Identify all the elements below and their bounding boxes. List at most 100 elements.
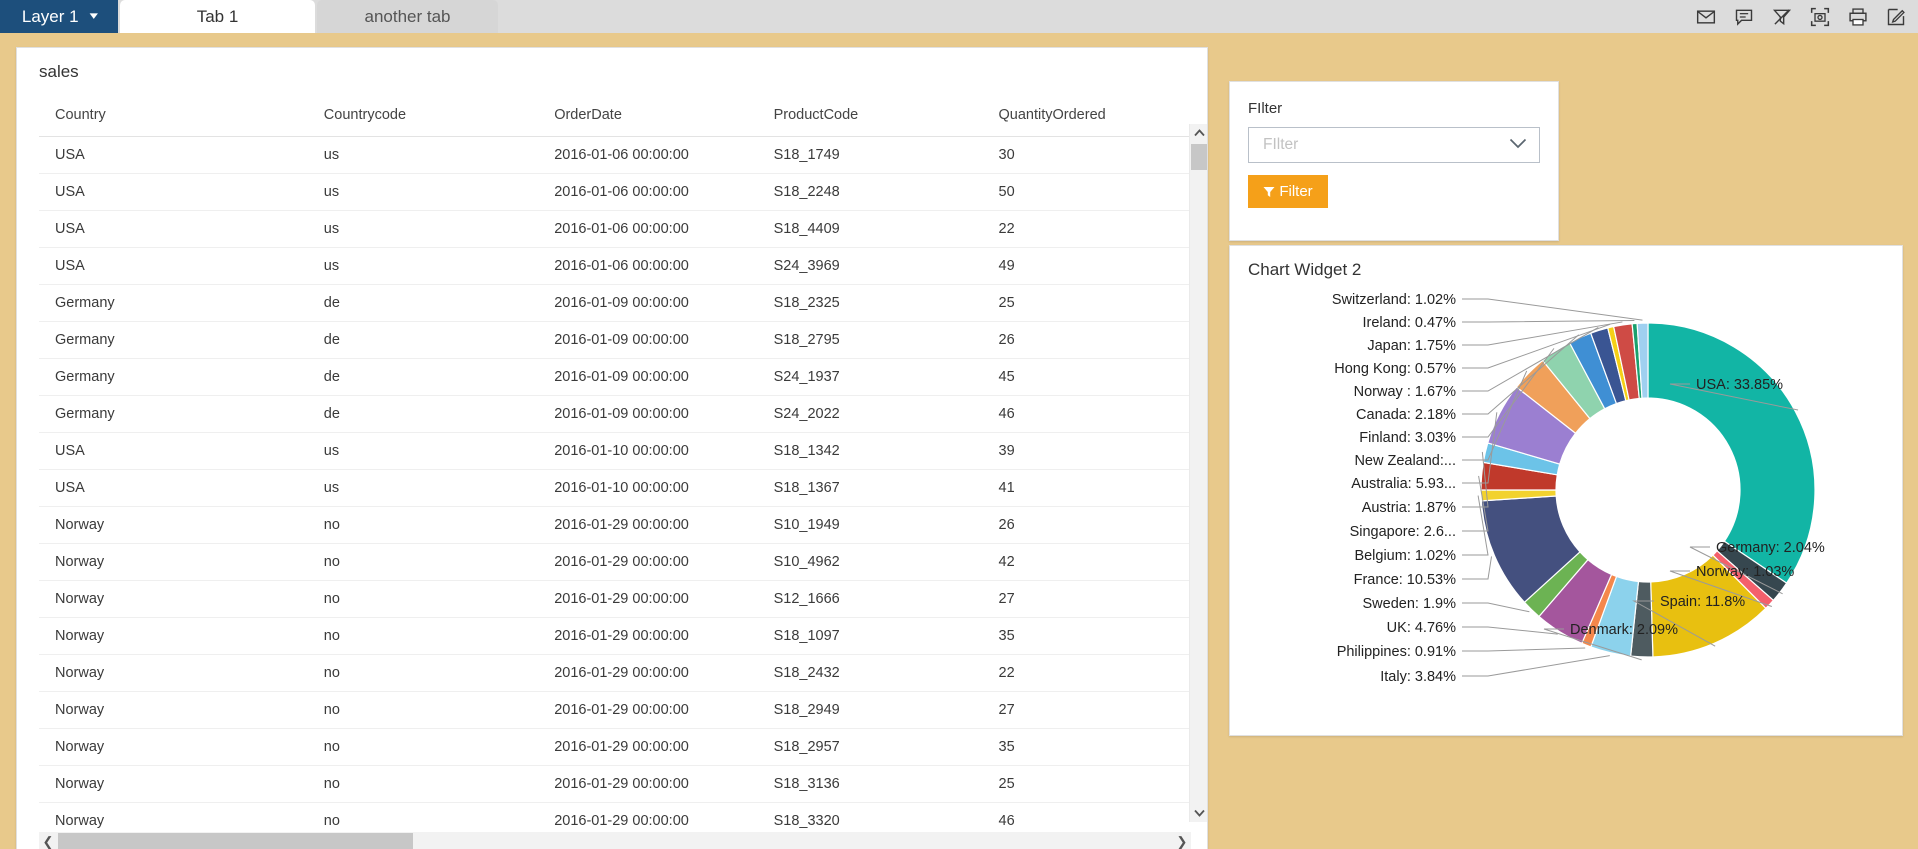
dashboard-canvas: sales Country Countrycode OrderDate Prod… [0,33,1918,849]
cell-quantityordered: 35 [982,617,1191,655]
layer-selector-button[interactable]: Layer 1 ▾ [0,0,118,33]
snapshot-icon[interactable] [1810,7,1830,27]
pie-leader-line [1462,320,1635,323]
chevron-down-icon: ▾ [89,10,98,22]
table-row[interactable]: Norway no 2016-01-29 00:00:00 S10_4962 42 [39,543,1191,581]
cell-productcode: S18_1342 [757,432,983,470]
cell-productcode: S18_2432 [757,654,983,692]
cell-country: Germany [39,358,308,396]
scroll-down-icon[interactable] [1190,804,1208,822]
cell-orderdate: 2016-01-06 00:00:00 [538,173,758,211]
pie-label: Singapore: 2.6... [1350,524,1456,540]
scroll-right-icon[interactable]: ❯ [1173,832,1191,849]
cell-orderdate: 2016-01-09 00:00:00 [538,358,758,396]
cell-quantityordered: 35 [982,728,1191,766]
table-row[interactable]: Norway no 2016-01-29 00:00:00 S10_1949 26 [39,506,1191,544]
pie-leader-line [1462,298,1643,321]
cell-country: Germany [39,284,308,322]
cell-quantityordered: 27 [982,691,1191,729]
column-header-quantityordered[interactable]: QuantityOrdered [982,96,1191,137]
edit-icon[interactable] [1886,7,1906,27]
cell-country: Norway [39,580,308,618]
table-row[interactable]: Germany de 2016-01-09 00:00:00 S18_2795 26 [39,321,1191,359]
cell-countrycode: de [307,395,539,433]
table-row[interactable]: Norway no 2016-01-29 00:00:00 S18_1097 35 [39,617,1191,655]
scroll-left-icon[interactable]: ❮ [39,832,57,849]
tab-label: another tab [364,6,451,26]
pie-chart: Switzerland: 1.02% Ireland: 0.47% Japan: 1… [1332,292,1825,685]
comment-icon[interactable] [1734,7,1754,27]
pie-label: Switzerland: 1.02% [1332,292,1456,308]
table-row[interactable]: Norway no 2016-01-29 00:00:00 S18_3136 25 [39,765,1191,803]
tab-another-tab[interactable]: another tab [317,0,498,33]
cell-quantityordered: 22 [982,654,1191,692]
table-row[interactable]: USA us 2016-01-10 00:00:00 S18_1342 39 [39,432,1191,470]
cell-countrycode: de [307,284,539,322]
pie-label: Sweden: 1.9% [1362,596,1456,612]
cell-productcode: S18_1749 [757,136,983,174]
print-icon[interactable] [1848,7,1868,27]
pie-label: Hong Kong: 0.57% [1334,361,1456,377]
pie-label: Ireland: 0.47% [1362,315,1456,331]
table-vertical-scrollbar[interactable] [1189,124,1207,822]
pie-label: Austria: 1.87% [1362,500,1456,516]
filter-field-label: FIlter [1248,100,1283,117]
application-root: Layer 1 ▾ Tab 1 another tab sales Countr… [0,0,1918,849]
cell-quantityordered: 25 [982,284,1191,322]
cell-quantityordered: 27 [982,580,1191,618]
table-horizontal-scrollbar[interactable]: ❮ ❯ [39,832,1191,849]
filter-dropdown[interactable]: FIlter [1248,127,1540,163]
cell-orderdate: 2016-01-10 00:00:00 [538,469,758,507]
pie-leader-line [1462,602,1530,613]
table-row[interactable]: Norway no 2016-01-29 00:00:00 S18_2957 35 [39,728,1191,766]
cell-orderdate: 2016-01-06 00:00:00 [538,210,758,248]
cell-productcode: S18_3136 [757,765,983,803]
pie-label: Italy: 3.84% [1380,669,1456,685]
sales-table-widget: sales Country Countrycode OrderDate Prod… [16,47,1208,849]
cell-productcode: S18_2949 [757,691,983,729]
table-row[interactable]: Germany de 2016-01-09 00:00:00 S24_1937 45 [39,358,1191,396]
cell-productcode: S24_1937 [757,358,983,396]
table-row[interactable]: USA us 2016-01-06 00:00:00 S24_3969 49 [39,247,1191,285]
clear-filter-icon[interactable] [1772,7,1792,27]
sales-table-body: USA us 2016-01-06 00:00:00 S18_1749 30 USA us 2… [39,136,1191,849]
table-row[interactable]: USA us 2016-01-06 00:00:00 S18_2248 50 [39,173,1191,211]
column-header-country[interactable]: Country [39,96,308,137]
table-row[interactable]: USA us 2016-01-06 00:00:00 S18_4409 22 [39,210,1191,248]
scroll-up-icon[interactable] [1190,124,1208,142]
cell-countrycode: no [307,691,539,729]
table-row[interactable]: Germany de 2016-01-09 00:00:00 S18_2325 25 [39,284,1191,322]
table-row[interactable]: Norway no 2016-01-29 00:00:00 S18_2949 27 [39,691,1191,729]
cell-quantityordered: 26 [982,506,1191,544]
pie-label: UK: 4.76% [1387,620,1456,636]
layer-selector-label: Layer 1 [21,6,79,26]
column-header-productcode[interactable]: ProductCode [757,96,983,137]
cell-quantityordered: 26 [982,321,1191,359]
cell-productcode: S18_2957 [757,728,983,766]
cell-countrycode: no [307,543,539,581]
table-row[interactable]: Norway no 2016-01-29 00:00:00 S12_1666 27 [39,580,1191,618]
tab-tab-1[interactable]: Tab 1 [120,0,315,33]
column-header-countrycode[interactable]: Countrycode [307,96,539,137]
cell-country: Norway [39,765,308,803]
cell-orderdate: 2016-01-09 00:00:00 [538,284,758,322]
cell-orderdate: 2016-01-10 00:00:00 [538,432,758,470]
mail-icon[interactable] [1696,7,1716,27]
cell-countrycode: de [307,358,539,396]
cell-countrycode: us [307,432,539,470]
table-row[interactable]: Norway no 2016-01-29 00:00:00 S18_2432 22 [39,654,1191,692]
table-row[interactable]: USA us 2016-01-10 00:00:00 S18_1367 41 [39,469,1191,507]
table-row[interactable]: Germany de 2016-01-09 00:00:00 S24_2022 46 [39,395,1191,433]
cell-orderdate: 2016-01-29 00:00:00 [538,580,758,618]
sales-widget-title: sales [39,62,79,81]
horizontal-scroll-thumb[interactable] [58,833,413,849]
pie-label: Japan: 1.75% [1367,338,1456,354]
pie-label: Germany: 2.04% [1716,540,1825,556]
cell-country: USA [39,173,308,211]
filter-apply-button[interactable]: Filter [1248,175,1328,208]
vertical-scroll-thumb[interactable] [1191,144,1207,170]
table-row[interactable]: USA us 2016-01-06 00:00:00 S18_1749 30 [39,136,1191,174]
cell-productcode: S18_2795 [757,321,983,359]
column-header-orderdate[interactable]: OrderDate [538,96,758,137]
cell-country: USA [39,247,308,285]
